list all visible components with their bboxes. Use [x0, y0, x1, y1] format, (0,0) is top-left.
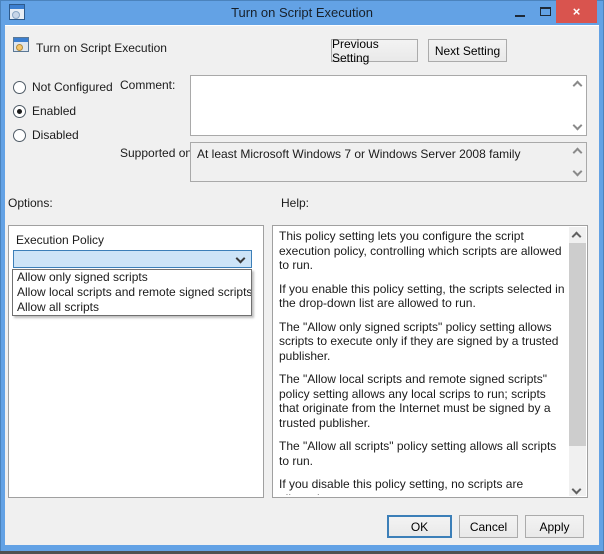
help-paragraph: The "Allow all scripts" policy setting a… — [279, 439, 557, 468]
comment-input[interactable] — [190, 75, 587, 136]
scroll-up-icon[interactable] — [572, 147, 583, 158]
scrollbar-thumb[interactable] — [569, 243, 586, 446]
policy-setting-icon — [13, 37, 29, 52]
comment-label: Comment: — [120, 78, 176, 92]
dropdown-item[interactable]: Allow all scripts — [13, 300, 251, 315]
minimize-button[interactable] — [508, 0, 532, 23]
radio-option-disabled[interactable]: Disabled — [13, 127, 113, 143]
maximize-icon — [539, 7, 551, 16]
maximize-button[interactable] — [534, 0, 556, 23]
close-icon: × — [572, 4, 581, 19]
radio-option-not-configured[interactable]: Not Configured — [13, 79, 113, 95]
supported-on-field: At least Microsoft Windows 7 or Windows … — [190, 142, 587, 182]
help-paragraph: If you disable this policy setting, no s… — [279, 477, 524, 495]
radio-option-enabled[interactable]: Enabled — [13, 103, 113, 119]
dropdown-item[interactable]: Allow local scripts and remote signed sc… — [13, 285, 251, 300]
minimize-icon — [515, 14, 525, 17]
radio-icon[interactable] — [13, 104, 26, 118]
radio-label: Enabled — [32, 104, 77, 118]
radio-label: Not Configured — [32, 80, 113, 94]
ok-button[interactable]: OK — [387, 515, 452, 538]
help-text: This policy setting lets you configure t… — [279, 229, 566, 495]
radio-icon[interactable] — [13, 80, 26, 94]
scroll-down-icon[interactable] — [572, 120, 583, 131]
execution-policy-label: Execution Policy — [16, 233, 105, 247]
policy-setting-name: Turn on Script Execution — [36, 41, 167, 55]
help-paragraph: If you enable this policy setting, the s… — [279, 281, 565, 311]
scrollbar-up-button[interactable] — [569, 227, 586, 242]
chevron-down-icon — [235, 253, 246, 264]
help-paragraph: The "Allow local scripts and remote sign… — [279, 372, 551, 430]
dialog-window: Turn on Script Execution × Turn on Scrip… — [0, 0, 604, 554]
apply-button[interactable]: Apply — [525, 515, 584, 538]
cancel-button[interactable]: Cancel — [459, 515, 518, 538]
execution-policy-dropdown-list: Allow only signed scripts Allow local scr… — [12, 269, 252, 316]
scrollbar-down-button[interactable] — [569, 481, 586, 496]
radio-label: Disabled — [32, 128, 79, 142]
dropdown-item[interactable]: Allow only signed scripts — [13, 270, 251, 285]
scroll-down-icon[interactable] — [572, 166, 583, 177]
scroll-down-icon — [571, 484, 582, 495]
options-section-label: Options: — [8, 196, 53, 210]
help-panel: This policy setting lets you configure t… — [272, 225, 588, 498]
title-bar[interactable]: Turn on Script Execution × — [0, 0, 604, 25]
execution-policy-combobox[interactable] — [13, 250, 252, 268]
supported-on-label: Supported on: — [120, 146, 196, 160]
help-scrollbar[interactable] — [569, 227, 586, 496]
next-setting-button[interactable]: Next Setting — [428, 39, 507, 62]
supported-on-value: At least Microsoft Windows 7 or Windows … — [197, 147, 521, 161]
scroll-up-icon[interactable] — [572, 80, 583, 91]
help-paragraph: The "Allow only signed scripts" policy s… — [279, 319, 559, 363]
help-section-label: Help: — [281, 196, 310, 210]
scroll-up-icon — [571, 231, 582, 242]
close-button[interactable]: × — [556, 0, 597, 23]
previous-setting-button[interactable]: Previous Setting — [331, 37, 418, 65]
help-paragraph: This policy setting lets you configure t… — [279, 229, 562, 272]
radio-icon[interactable] — [13, 128, 26, 142]
state-radio-group: Not Configured Enabled Disabled — [13, 79, 113, 151]
